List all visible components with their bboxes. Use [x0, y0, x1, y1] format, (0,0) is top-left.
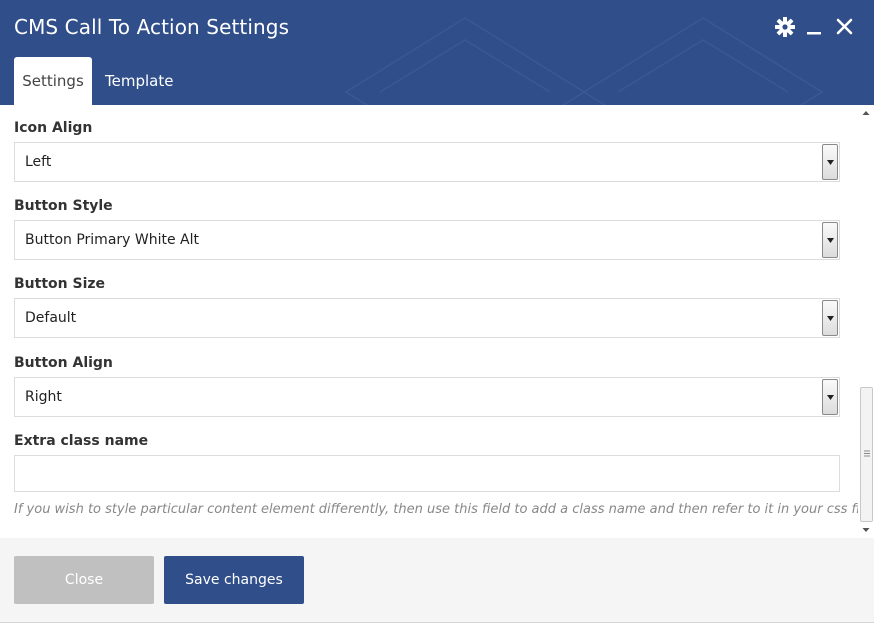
- gear-icon[interactable]: [774, 16, 796, 38]
- extra-class-input[interactable]: [14, 455, 840, 492]
- close-icon[interactable]: [834, 16, 856, 38]
- modal-footer: Close Save changes: [0, 538, 874, 623]
- save-changes-button[interactable]: Save changes: [164, 556, 304, 604]
- button-style-label: Button Style: [14, 198, 113, 214]
- icon-align-value: Left: [25, 154, 52, 170]
- button-size-select[interactable]: Default: [14, 298, 840, 338]
- chevron-down-icon[interactable]: [822, 144, 838, 180]
- chevron-down-icon[interactable]: [822, 379, 838, 415]
- close-button[interactable]: Close: [14, 556, 154, 604]
- modal-title: CMS Call To Action Settings: [14, 15, 290, 39]
- scrollbar-thumb[interactable]: [860, 387, 873, 522]
- tab-template[interactable]: Template: [92, 57, 186, 105]
- scroll-down-arrow-icon[interactable]: [858, 522, 874, 538]
- scrollbar[interactable]: [858, 105, 874, 538]
- tab-bar: Settings Template: [14, 57, 186, 105]
- button-size-value: Default: [25, 310, 77, 326]
- modal-header: CMS Call To Action Settings Settings Tem…: [0, 0, 874, 105]
- grip-icon: [864, 450, 870, 457]
- button-style-select[interactable]: Button Primary White Alt: [14, 220, 840, 260]
- minimize-icon[interactable]: [804, 16, 826, 38]
- icon-align-label: Icon Align: [14, 120, 93, 136]
- settings-panel: Icon Align Left Button Style Button Prim…: [0, 105, 874, 538]
- extra-class-help: If you wish to style particular content …: [14, 502, 874, 517]
- extra-class-label: Extra class name: [14, 433, 149, 449]
- chevron-down-icon[interactable]: [822, 222, 838, 258]
- tab-settings[interactable]: Settings: [14, 57, 92, 105]
- icon-align-select[interactable]: Left: [14, 142, 840, 182]
- button-size-label: Button Size: [14, 276, 106, 292]
- scroll-up-arrow-icon[interactable]: [858, 105, 874, 121]
- chevron-down-icon[interactable]: [822, 300, 838, 336]
- button-align-label: Button Align: [14, 355, 113, 371]
- button-align-select[interactable]: Right: [14, 377, 840, 417]
- button-style-value: Button Primary White Alt: [25, 232, 200, 248]
- button-align-value: Right: [25, 389, 62, 405]
